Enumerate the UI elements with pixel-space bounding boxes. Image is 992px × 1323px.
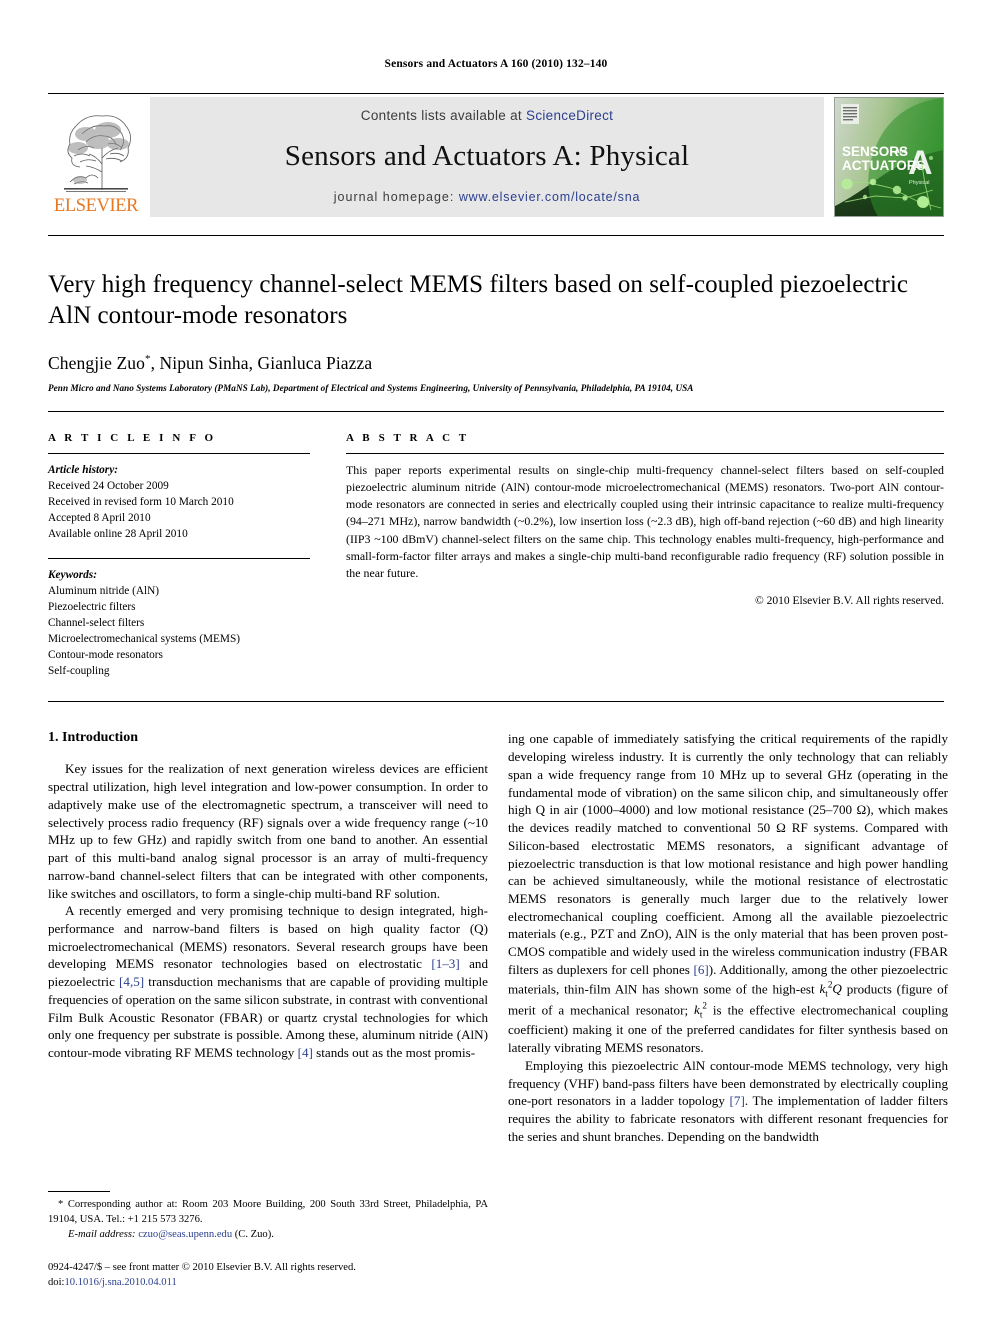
history-item: Received in revised form 10 March 2010 [48,496,234,509]
citation-ref-1-3[interactable]: [1–3] [431,956,459,971]
keywords-rule [48,558,310,560]
abstract-rule [346,453,944,454]
author-list: Chengjie Zuo*, Nipun Sinha, Gianluca Pia… [48,353,944,374]
kt2q-formula: kt2Q [819,979,842,999]
banner-center: Contents lists available at ScienceDirec… [150,97,824,217]
keyword-item: Self-coupling [48,665,110,678]
journal-banner: ELSEVIER Contents lists available at Sci… [48,97,944,217]
kt2-formula: kt2 [694,1001,707,1021]
keyword-item: Contour-mode resonators [48,649,163,662]
doi-label: doi: [48,1276,65,1288]
abstract-heading: A B S T R A C T [346,432,470,444]
keyword-item: Channel-select filters [48,617,145,630]
authors-remaining: , Nipun Sinha, Gianluca Piazza [150,353,373,373]
intro-paragraph-4: Employing this piezoelectric AlN contour… [508,1057,948,1146]
article-history: Article history: Received 24 October 200… [48,462,310,542]
keyword-item: Microelectromechanical systems (MEMS) [48,633,240,646]
cover-artwork-icon: SENSORS and ACTUATORS A Physical [835,98,943,216]
intro-paragraph-3: ing one capable of immediately satisfyin… [508,730,948,1057]
section-title-introduction: 1. Introduction [48,730,138,746]
journal-homepage-line: journal homepage: www.elsevier.com/locat… [334,190,640,204]
keywords-block: Keywords: Aluminum nitride (AlN) Piezoel… [48,567,310,679]
history-item: Received 24 October 2009 [48,480,169,493]
intro-p2-part-d: stands out as the most promis- [312,1045,476,1061]
affiliation-rule [48,411,944,412]
corresponding-author-note: * Corresponding author at: Room 203 Moor… [48,1198,488,1242]
doi-link[interactable]: 10.1016/j.sna.2010.04.011 [64,1277,176,1288]
left-column: 1. Introduction Key issues for the reali… [48,730,488,1290]
issn-text: 0924-4247/$ – see front matter © 2010 El… [48,1261,356,1273]
header-rule [48,93,944,94]
email-link[interactable]: czuo@seas.upenn.edu [138,1229,232,1240]
citation-ref-6[interactable]: [6] [694,962,709,977]
article-history-label: Article history: [48,464,118,476]
sciencedirect-link[interactable]: ScienceDirect [526,108,613,123]
cover-big-letter: A [908,144,933,182]
citation-ref-7[interactable]: [7] [730,1093,745,1108]
elsevier-tree-icon [64,114,131,192]
elsevier-logo: ELSEVIER [48,97,144,217]
email-label: E-mail address: [68,1228,136,1240]
author-first: Chengjie Zuo [48,353,145,373]
abstract-bottom-rule [48,701,944,703]
body-columns: 1. Introduction Key issues for the reali… [48,730,948,1290]
contents-prefix: Contents lists available at [360,108,527,123]
cover-sub-letter: Physical [909,180,929,186]
corresponding-author-text: * Corresponding author at: Room 203 Moor… [48,1199,488,1226]
journal-homepage-link[interactable]: www.elsevier.com/locate/sna [459,190,640,204]
keyword-item: Aluminum nitride (AlN) [48,585,160,598]
banner-bottom-rule [48,235,944,236]
history-item: Available online 28 April 2010 [48,528,188,541]
citation-ref-4-5[interactable]: [4,5] [119,974,144,989]
abstract-column: A B S T R A C T This paper reports exper… [328,432,944,679]
paper-page: Sensors and Actuators A 160 (2010) 132–1… [0,0,992,1323]
intro-paragraph-2: A recently emerged and very promising te… [48,902,488,1062]
info-abstract-row: A R T I C L E I N F O Article history: R… [48,432,944,679]
abstract-text: This paper reports experimental results … [346,463,944,580]
keywords-label: Keywords: [48,569,97,582]
history-item: Accepted 8 April 2010 [48,512,151,525]
affiliation: Penn Micro and Nano Systems Laboratory (… [48,383,694,393]
intro-p2-part-a: A recently emerged and very promising te… [48,903,488,972]
contents-available-line: Contents lists available at ScienceDirec… [361,108,613,123]
homepage-label: journal homepage: [333,190,455,204]
intro-p3-part-a: ing one capable of immediately satisfyin… [508,731,948,977]
article-info-column: A R T I C L E I N F O Article history: R… [48,432,328,679]
elsevier-wordmark: ELSEVIER [53,195,139,216]
abstract-copyright: © 2010 Elsevier B.V. All rights reserved… [755,594,944,607]
email-suffix: (C. Zuo). [232,1228,274,1240]
cover-and: and [896,149,907,155]
keyword-item: Piezoelectric filters [48,601,136,614]
footnote-rule [48,1191,110,1193]
journal-title: Sensors and Actuators A: Physical [284,140,690,172]
running-head: Sensors and Actuators A 160 (2010) 132–1… [384,58,608,70]
footnote-block: * Corresponding author at: Room 203 Moor… [48,1191,488,1290]
page-title: Very high frequency channel-select MEMS … [48,271,909,329]
citation-ref-4[interactable]: [4] [298,1045,313,1060]
article-info-heading: A R T I C L E I N F O [48,432,217,444]
right-column: ing one capable of immediately satisfyin… [508,730,948,1290]
journal-cover-thumbnail: SENSORS and ACTUATORS A Physical [834,97,944,217]
intro-paragraph-1: Key issues for the realization of next g… [48,761,488,901]
article-info-rule [48,453,310,454]
issn-copyright-line: 0924-4247/$ – see front matter © 2010 El… [48,1261,488,1291]
